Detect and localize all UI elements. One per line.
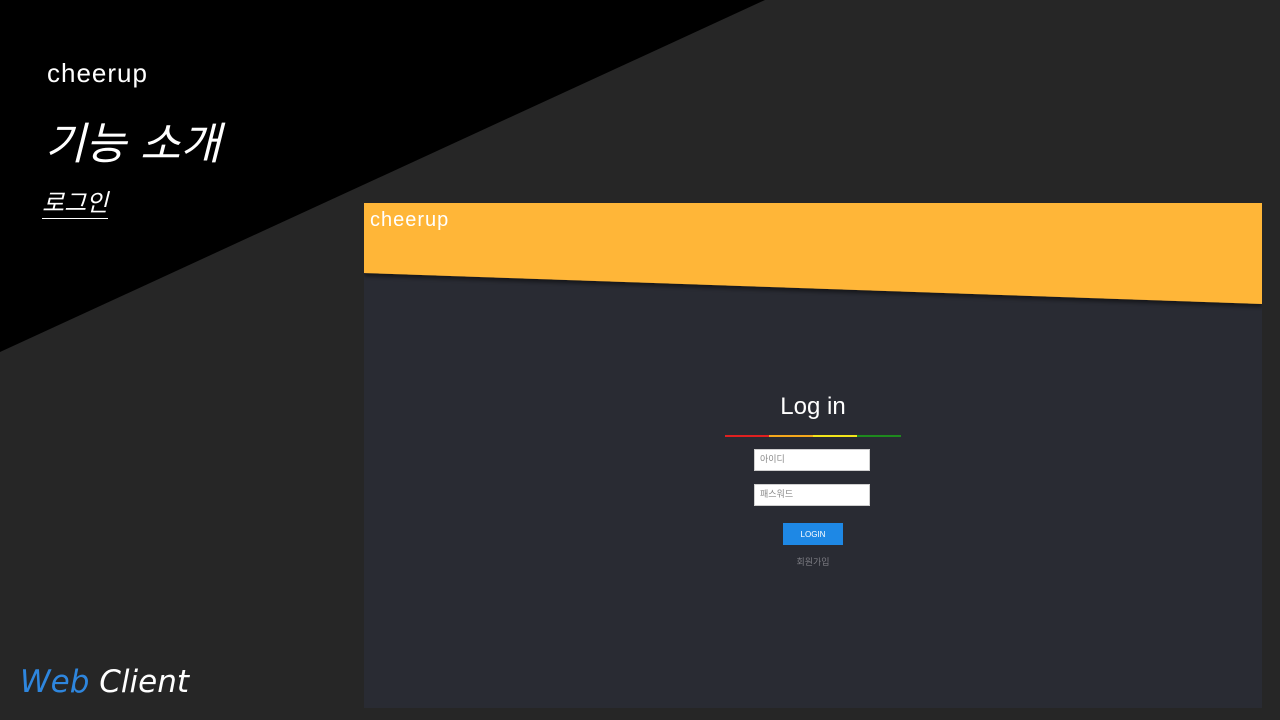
login-title: Log in bbox=[780, 393, 846, 420]
underline-orange-segment bbox=[769, 435, 813, 437]
slide-brand-logo: cheerup bbox=[47, 58, 148, 88]
app-brand-logo: cheerup bbox=[370, 209, 450, 231]
underline-red-segment bbox=[725, 435, 769, 437]
footer-accent-word: Web bbox=[20, 664, 90, 700]
sub-title: 로그인 bbox=[42, 189, 109, 219]
signup-link[interactable]: 회원가입 bbox=[364, 555, 1262, 568]
underline-yellow-segment bbox=[813, 435, 857, 437]
footer-rest-word: Client bbox=[99, 664, 190, 700]
login-button[interactable]: LOGIN bbox=[783, 523, 843, 545]
section-title: 기능 소개 bbox=[45, 119, 221, 170]
footer-caption: Web Client bbox=[20, 664, 189, 700]
app-header-banner bbox=[364, 203, 1262, 304]
password-input[interactable] bbox=[754, 484, 870, 506]
id-input[interactable] bbox=[754, 449, 870, 471]
login-title-underline bbox=[725, 435, 901, 437]
app-screenshot: cheerup Log in LOGIN 회원가입 bbox=[364, 203, 1262, 708]
underline-green-segment bbox=[857, 435, 901, 437]
